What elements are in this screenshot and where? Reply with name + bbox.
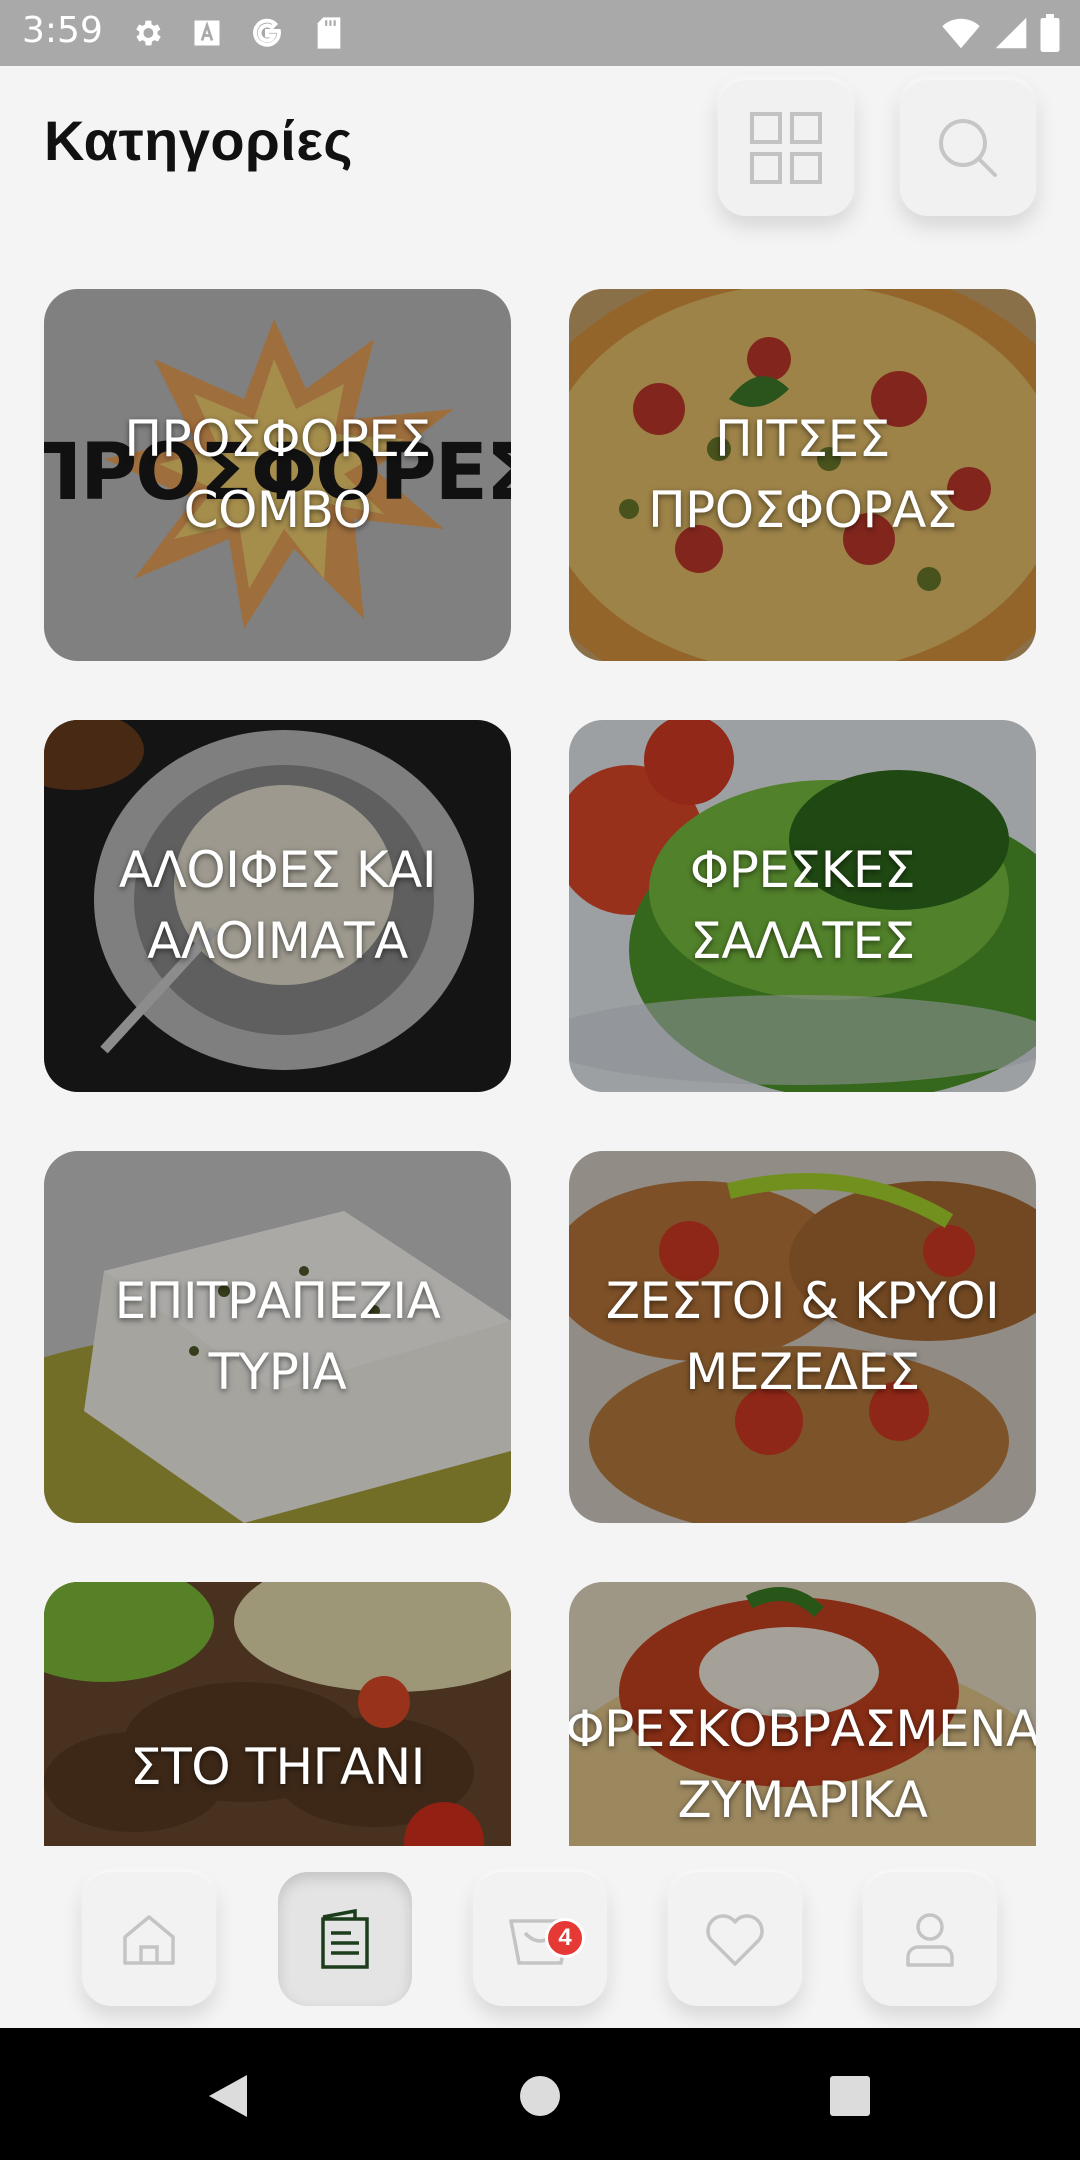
back-button[interactable] xyxy=(196,2064,260,2128)
font-icon xyxy=(188,14,226,52)
category-label: ΦΡΕΣΚΕΣ ΣΑΛΑΤΕΣ xyxy=(689,841,916,970)
category-label: ΕΠΙΤΡΑΠΕΖΙΑ ΤΥΡΙΑ xyxy=(114,1272,441,1401)
category-grid: ΠΡΟΣΦΟΡΕΣ ΠΡΟΣΦΟΡΕΣ COMBO ΠΙΤΣΕΣ ΠΡΟΣΦΟΡ… xyxy=(0,250,1080,1846)
category-card-fresh-salads[interactable]: ΦΡΕΣΚΕΣ ΣΑΛΑΤΕΣ xyxy=(569,720,1036,1092)
category-label: ΑΛΟΙΦΕΣ ΚΑΙ ΑΛΟΙΜΑΤΑ xyxy=(118,841,437,970)
signal-icon xyxy=(995,17,1027,49)
gear-icon xyxy=(128,14,166,52)
home-nav-button[interactable] xyxy=(508,2064,572,2128)
cart-badge: 4 xyxy=(545,1918,585,1958)
status-right-icons xyxy=(940,12,1060,54)
nav-home-button[interactable] xyxy=(82,1872,216,2006)
heart-icon xyxy=(706,1914,764,1966)
category-label: ΠΡΟΣΦΟΡΕΣ COMBO xyxy=(124,410,431,539)
category-card-spreads[interactable]: ΑΛΟΙΦΕΣ ΚΑΙ ΑΛΟΙΜΑΤΑ xyxy=(44,720,511,1092)
grid-view-button[interactable] xyxy=(718,80,854,216)
google-icon xyxy=(248,14,286,52)
category-card-fresh-pasta[interactable]: ΦΡΕΣΚΟΒΡΑΣΜΕΝΑ ΖΥΜΑΡΙΚΑ xyxy=(569,1582,1036,1846)
page-title: Κατηγορίες xyxy=(44,109,354,172)
square-recents-icon xyxy=(830,2076,870,2116)
category-label: ΠΙΤΣΕΣ ΠΡΟΣΦΟΡΑΣ xyxy=(648,410,957,539)
recents-button[interactable] xyxy=(818,2064,882,2128)
wifi-icon xyxy=(942,18,980,49)
category-card-table-cheeses[interactable]: ΕΠΙΤΡΑΠΕΖΙΑ ΤΥΡΙΑ xyxy=(44,1151,511,1523)
category-label: ΣΤΟ ΤΗΓΑΝΙ xyxy=(130,1738,425,1796)
nav-profile-button[interactable] xyxy=(863,1872,997,2006)
profile-icon xyxy=(906,1913,954,1967)
nav-favorites-button[interactable] xyxy=(668,1872,802,2006)
category-card-pizza-offers[interactable]: ΠΙΤΣΕΣ ΠΡΟΣΦΟΡΑΣ xyxy=(569,289,1036,661)
nav-cart-button[interactable]: 4 xyxy=(473,1872,607,2006)
back-icon xyxy=(209,2075,247,2117)
status-time: 3:59 xyxy=(22,10,103,51)
search-icon xyxy=(939,119,997,177)
battery-icon xyxy=(1040,14,1060,52)
search-button[interactable] xyxy=(900,80,1036,216)
system-nav-bar xyxy=(0,2028,1080,2160)
nav-menu-button[interactable] xyxy=(278,1872,412,2006)
circle-home-icon xyxy=(520,2076,560,2116)
category-card-offers-combo[interactable]: ΠΡΟΣΦΟΡΕΣ ΠΡΟΣΦΟΡΕΣ COMBO xyxy=(44,289,511,661)
grid-view-icon xyxy=(750,112,822,184)
category-card-hot-cold-appetizers[interactable]: ΖΕΣΤΟΙ & ΚΡΥΟΙ ΜΕΖΕΔΕΣ xyxy=(569,1151,1036,1523)
home-icon xyxy=(123,1915,175,1965)
status-bar: 3:59 xyxy=(0,0,1080,66)
category-label: ΦΡΕΣΚΟΒΡΑΣΜΕΝΑ ΖΥΜΑΡΙΚΑ xyxy=(569,1700,1036,1829)
category-label: ΖΕΣΤΟΙ & ΚΡΥΟΙ ΜΕΖΕΔΕΣ xyxy=(605,1272,1000,1401)
bottom-nav: 4 xyxy=(0,1846,1080,2028)
sd-card-icon xyxy=(310,14,348,52)
menu-icon xyxy=(321,1908,369,1969)
category-card-in-the-pan[interactable]: ΣΤΟ ΤΗΓΑΝΙ xyxy=(44,1582,511,1846)
